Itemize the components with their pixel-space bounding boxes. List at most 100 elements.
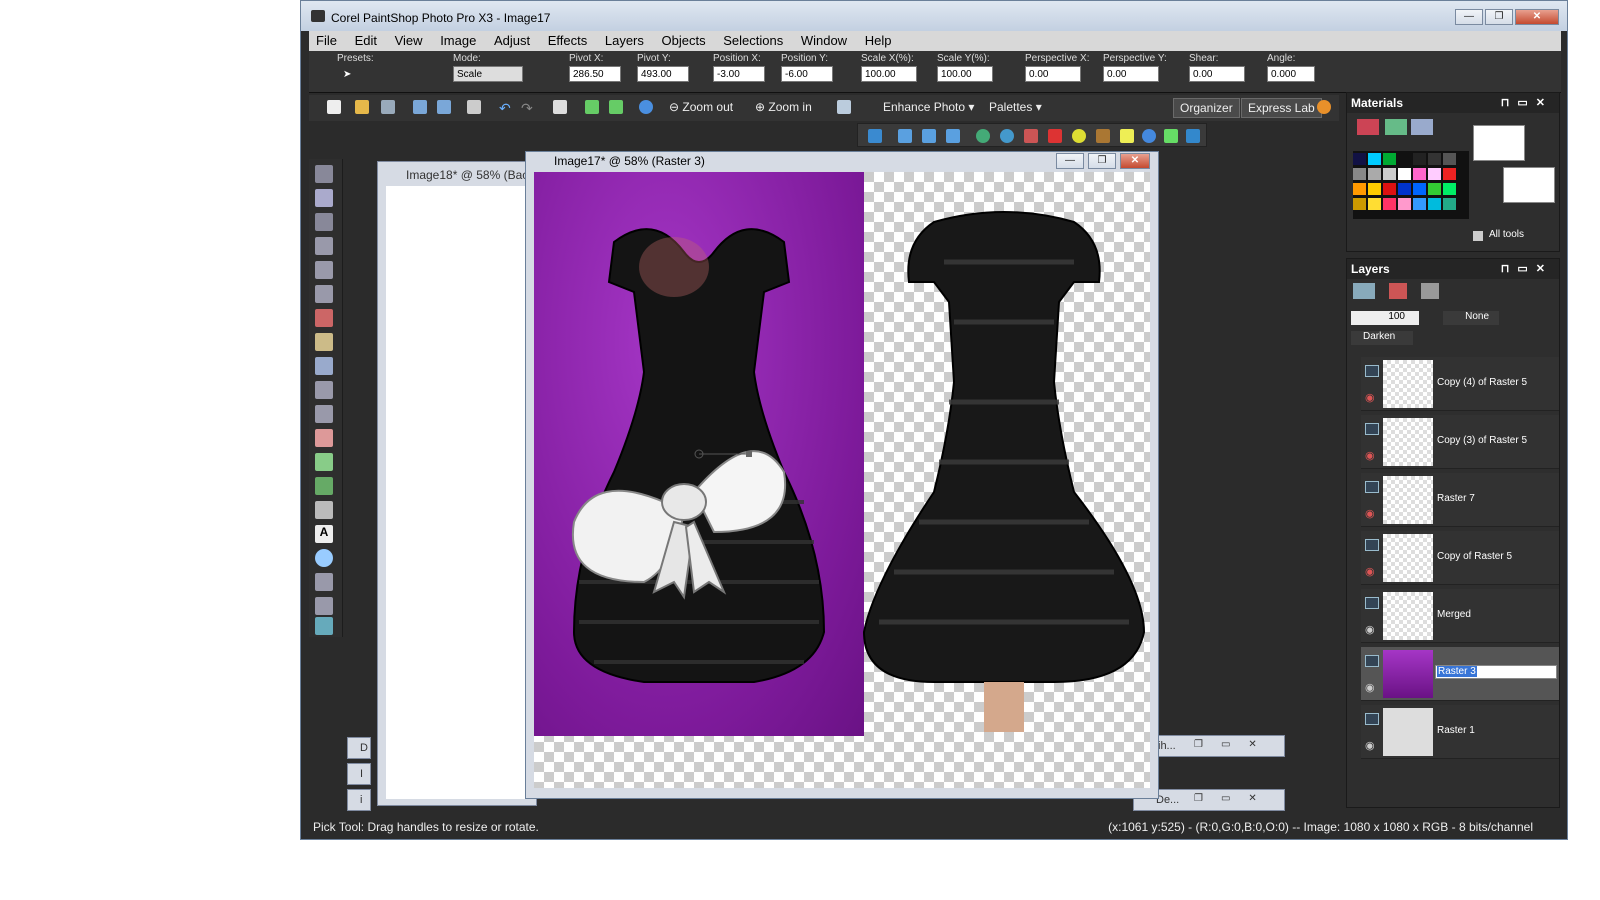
rotate-left-icon[interactable] [585,100,599,114]
info-icon[interactable] [639,100,653,114]
materials-panel-controls[interactable]: ⊓▭✕ [1501,96,1553,109]
layer-eye-icon[interactable]: ◉ [1365,739,1375,752]
effect-star-icon[interactable] [1120,129,1134,143]
maximize-button[interactable]: ❐ [1485,9,1513,25]
minimized-doc-right-1-controls[interactable]: ❐▭✕ [1194,739,1275,750]
layer-row[interactable]: ◉ Raster 1 [1361,705,1559,759]
position-y-input[interactable]: -6.00 [781,66,833,82]
image17-document-window[interactable]: Image17* @ 58% (Raster 3) — ❐ ✕ [525,151,1159,799]
organizer-button[interactable]: Organizer [1173,98,1240,118]
layer-visibility-icon[interactable] [1365,713,1379,725]
foreground-color-swatch[interactable] [1473,125,1525,161]
save-as-icon[interactable] [437,100,451,114]
shape-tool-icon[interactable] [315,549,333,567]
new-layer-icon[interactable] [1353,283,1375,299]
open-folder-icon[interactable] [355,100,369,114]
zoom-out-button[interactable]: ⊖ Zoom out [669,100,733,114]
minimized-doc-right-1[interactable]: ih... ❐▭✕ [1153,735,1285,757]
layer-row[interactable]: ◉ Copy (3) of Raster 5 [1361,415,1559,469]
undo-icon[interactable]: ↶ [499,100,511,117]
delete-layer-icon[interactable] [1389,283,1407,299]
red-eye-tool-icon[interactable] [315,309,333,327]
rotate-right-icon[interactable] [609,100,623,114]
perspective-y-input[interactable]: 0.00 [1103,66,1159,82]
minimized-doc-2[interactable]: I [347,763,371,785]
blend-mode-select[interactable]: Darken [1351,331,1413,345]
effect-wave-icon[interactable] [1186,129,1200,143]
menu-view[interactable]: View [388,31,430,48]
layer-row[interactable]: ◉ Copy (4) of Raster 5 [1361,357,1559,411]
mesh-warp-tool-icon[interactable] [315,617,333,635]
menu-layers[interactable]: Layers [598,31,651,48]
crop-tool-icon[interactable] [315,261,333,279]
layer-row[interactable]: ◉ Raster 7 [1361,473,1559,527]
paint-brush-tool-icon[interactable] [315,405,333,423]
history-icon[interactable] [553,100,567,114]
pen-tool-icon[interactable] [315,573,333,591]
flood-fill-tool-icon[interactable] [315,477,333,495]
image-canvas[interactable] [534,172,1150,788]
position-x-input[interactable]: -3.00 [713,66,765,82]
save-icon[interactable] [413,100,427,114]
effect-border-icon[interactable] [946,129,960,143]
swatches-tab-icon[interactable] [1411,119,1433,135]
minimize-button[interactable]: — [1455,9,1483,25]
layer-visibility-icon[interactable] [1365,539,1379,551]
background-document-window[interactable]: Image18* @ 58% (Back [377,161,537,806]
redo-icon[interactable]: ↷ [521,100,533,117]
background-document-canvas[interactable] [386,186,536,799]
layer-eye-icon[interactable]: ◉ [1365,623,1375,636]
layer-eye-icon[interactable]: ◉ [1365,449,1375,462]
doc-maximize-button[interactable]: ❐ [1088,153,1116,169]
learning-center-icon[interactable] [1317,100,1331,114]
clone-tool-icon[interactable] [315,357,333,375]
layer-eye-icon[interactable]: ◉ [1365,391,1375,404]
layer-effects-icon[interactable] [1421,283,1439,299]
layers-panel-controls[interactable]: ⊓▭✕ [1501,262,1553,275]
menu-image[interactable]: Image [433,31,483,48]
new-file-icon[interactable] [327,100,341,114]
layer-eye-icon[interactable]: ◉ [1365,681,1375,694]
effect-paint-icon[interactable] [1024,129,1038,143]
menu-file[interactable]: File [309,31,344,48]
dropper-tool-icon[interactable] [315,237,333,255]
close-button[interactable]: ✕ [1515,9,1559,25]
effect-burst-icon[interactable] [1164,129,1178,143]
print-icon[interactable] [467,100,481,114]
layer-row-selected[interactable]: ◉ Raster 3 [1361,647,1559,701]
effect-square-icon[interactable] [922,129,936,143]
effect-sphere-icon[interactable] [1000,129,1014,143]
layer-visibility-icon[interactable] [1365,365,1379,377]
pivot-x-input[interactable]: 286.50 [569,66,621,82]
zoom-tool-icon[interactable] [315,165,333,183]
makeover-tool-icon[interactable] [315,333,333,351]
scale-x-input[interactable]: 100.00 [861,66,917,82]
frame-tab-icon[interactable] [1357,119,1379,135]
layer-visibility-icon[interactable] [1365,423,1379,435]
menu-help[interactable]: Help [858,31,899,48]
effect-globe-icon[interactable] [976,129,990,143]
zoom-in-button[interactable]: ⊕ Zoom in [755,100,812,114]
menu-objects[interactable]: Objects [655,31,713,48]
all-tools-checkbox[interactable] [1473,231,1483,241]
scratch-remover-tool-icon[interactable] [315,381,333,399]
menu-effects[interactable]: Effects [541,31,595,48]
effect-blue-icon[interactable] [1142,129,1156,143]
enhance-photo-menu[interactable]: Enhance Photo ▾ [883,100,974,114]
layer-row[interactable]: ◉ Merged [1361,589,1559,643]
color-replacer-tool-icon[interactable] [315,453,333,471]
layer-eye-icon[interactable]: ◉ [1365,565,1375,578]
pick-tool-preset-icon[interactable]: ➤ [343,69,361,85]
effect-browser-icon[interactable] [868,129,882,143]
warp-brush-tool-icon[interactable] [315,597,333,615]
color-swatch-grid[interactable] [1353,151,1469,219]
background-color-swatch[interactable] [1503,167,1555,203]
layer-eye-icon[interactable]: ◉ [1365,507,1375,520]
minimized-doc-3[interactable]: i [347,789,371,811]
effect-red-icon[interactable] [1048,129,1062,143]
text-tool-icon[interactable]: A [315,525,333,543]
picture-tube-tool-icon[interactable] [315,501,333,519]
eraser-tool-icon[interactable] [315,429,333,447]
layer-visibility-icon[interactable] [1365,597,1379,609]
menu-window[interactable]: Window [794,31,854,48]
